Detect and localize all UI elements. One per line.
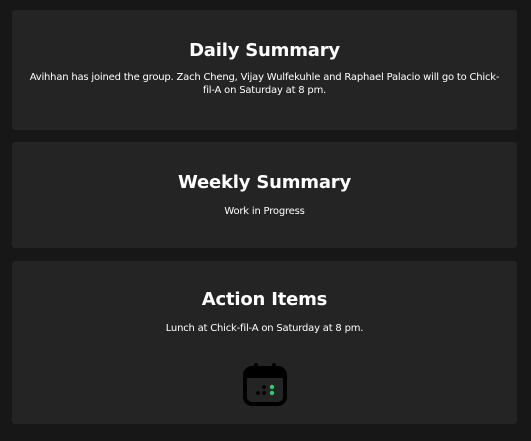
add-to-calendar-button[interactable] [241,360,289,408]
calendar-icon [243,363,287,406]
daily-summary-text: Avihhan has joined the group. Zach Cheng… [29,72,500,96]
action-items-card: Action Items Lunch at Chick-fil-A on Sat… [12,261,517,424]
weekly-summary-text: Work in Progress [224,206,305,217]
weekly-summary-title: Weekly Summary [177,172,352,193]
action-items-text: Lunch at Chick-fil-A on Saturday at 8 pm… [165,323,364,334]
action-items-title: Action Items [201,289,328,310]
daily-summary-title: Daily Summary [189,40,340,61]
weekly-summary-card: Weekly Summary Work in Progress [12,142,517,248]
daily-summary-card: Daily Summary Avihhan has joined the gro… [12,10,517,130]
summary-page: Daily Summary Avihhan has joined the gro… [0,0,531,441]
